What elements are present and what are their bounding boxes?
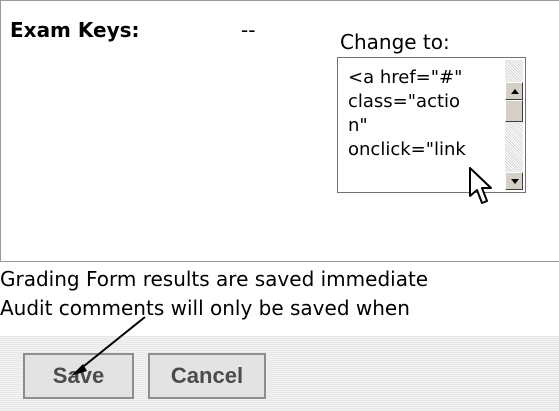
exam-keys-label: Exam Keys:	[10, 18, 140, 42]
scroll-up-button[interactable]	[505, 82, 523, 100]
audit-comments-message: Audit comments will only be saved when	[0, 296, 410, 320]
change-to-textarea-value: <a href="#" class="actio n" onclick="lin…	[348, 67, 466, 160]
textarea-scrollbar[interactable]	[505, 60, 523, 190]
scroll-down-button[interactable]	[505, 172, 523, 190]
scroll-thumb[interactable]	[505, 100, 523, 122]
grading-form-message: Grading Form results are saved immediate	[0, 267, 429, 291]
scroll-up-icon	[511, 89, 519, 94]
change-to-label: Change to:	[340, 30, 450, 54]
current-exam-keys-value: --	[241, 18, 256, 42]
scroll-down-icon	[511, 179, 519, 184]
cancel-button[interactable]: Cancel	[148, 353, 266, 399]
change-to-textarea[interactable]: <a href="#" class="actio n" onclick="lin…	[337, 57, 526, 193]
annotation-arrow-icon	[71, 316, 146, 376]
mouse-pointer-icon	[469, 167, 492, 204]
